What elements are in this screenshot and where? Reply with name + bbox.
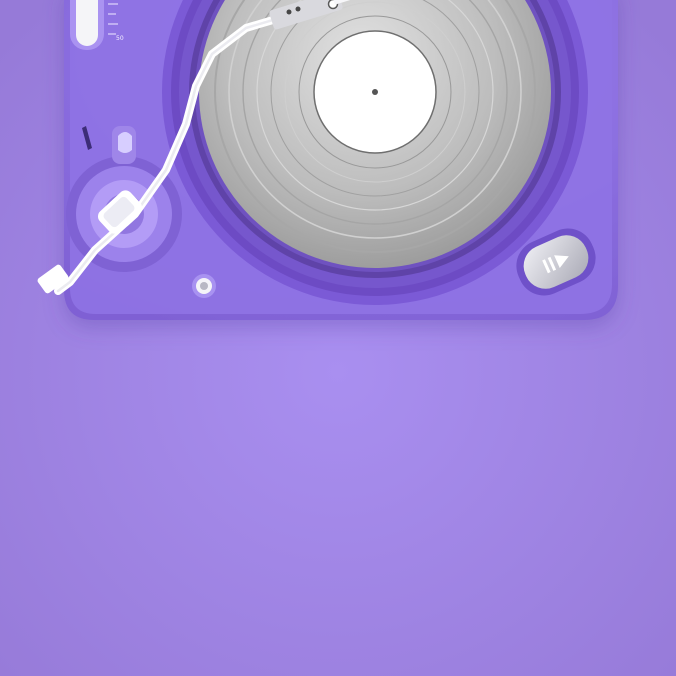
small-control-button[interactable] [192, 274, 216, 298]
pitch-label: 50 [116, 35, 124, 42]
turntable-illustration: 50 [0, 0, 676, 676]
spindle [372, 89, 378, 95]
turntable-scene: 50 [0, 0, 676, 676]
